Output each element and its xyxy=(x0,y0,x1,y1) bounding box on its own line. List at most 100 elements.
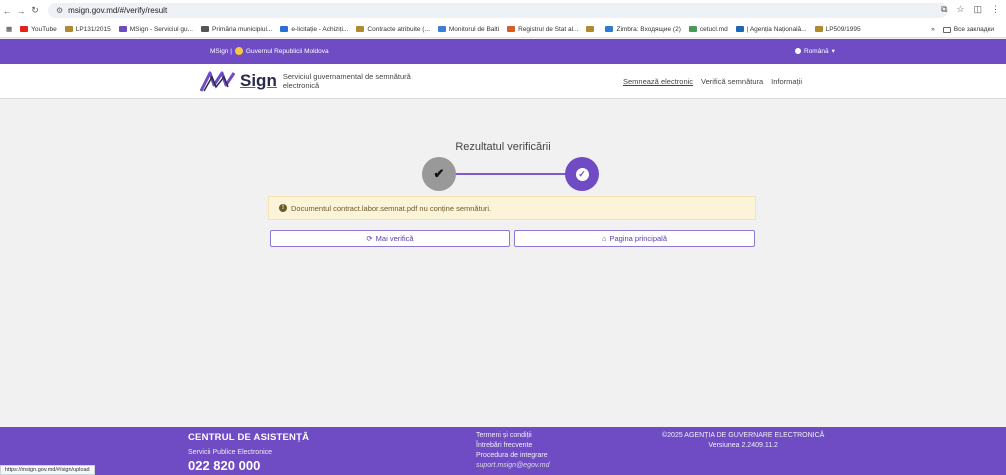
bookmark-item[interactable]: cetucl.md xyxy=(688,25,728,33)
bookmark-favicon-icon xyxy=(118,26,127,32)
bookmark-item[interactable]: Contracte atribuite (... xyxy=(356,26,430,33)
bookmark-favicon-icon xyxy=(64,26,73,32)
bookmark-favicon-icon xyxy=(507,26,516,32)
browser-toolbar-right: ⧉ ☆ ◫ ⋮ xyxy=(941,4,1000,15)
language-selector[interactable]: Română ▾ xyxy=(795,47,835,55)
step-upload: ✔ xyxy=(422,157,456,191)
bookmark-favicon-icon xyxy=(586,26,595,32)
site-info-icon[interactable]: ⚙ xyxy=(56,6,63,15)
gov-bar: MSign | Guvernul Republicii Moldova Româ… xyxy=(0,39,1006,64)
refresh-icon: ⟳ xyxy=(366,234,373,243)
moldova-emblem-icon xyxy=(234,47,243,55)
bookmark-label: LP131/2015 xyxy=(75,25,111,33)
support-subtitle: Servicii Publice Electronice xyxy=(188,449,273,456)
msign-logo[interactable]: Sign Serviciul guvernamental de semnătur… xyxy=(200,69,423,93)
bookmark-favicon-icon xyxy=(688,26,697,32)
star-icon[interactable]: ☆ xyxy=(956,4,964,15)
logo-wordmark: Sign xyxy=(240,71,277,90)
step-connector xyxy=(450,173,570,175)
bookmark-favicon-icon xyxy=(356,26,365,32)
bookmark-favicon-icon xyxy=(280,26,289,32)
bookmark-item[interactable]: Primăria municipiul... xyxy=(200,25,273,33)
terms-link[interactable]: Termeni și condiții xyxy=(476,431,550,441)
translate-icon[interactable]: ⧉ xyxy=(941,4,947,15)
step-result: ✓ xyxy=(565,157,599,191)
progress-steps: ✔ ✓ xyxy=(420,157,599,191)
alert-text: Documentul contract.labor.semnat.pdf nu … xyxy=(291,203,492,213)
verify-again-button[interactable]: ⟳ Mai verifică xyxy=(270,230,510,247)
url-field[interactable]: ⚙ msign.gov.md/#/verify/result xyxy=(48,3,948,18)
more-bookmarks-button[interactable]: » xyxy=(931,26,935,33)
language-flag-icon xyxy=(795,48,801,54)
check-circle-icon: ✓ xyxy=(575,167,589,181)
bookmark-item[interactable]: e-licitație - Achiziți... xyxy=(280,26,348,33)
all-bookmarks-folder[interactable]: Все закладки xyxy=(942,26,994,33)
bookmarks-right: » Все закладки xyxy=(925,21,1002,37)
bookmark-label: Monitorul de Balti xyxy=(448,25,500,33)
bookmark-item[interactable]: LP131/2015 xyxy=(64,25,111,33)
bookmarks-bar: ▦ YouTube LP131/2015 MSign - Serviciul gu.… xyxy=(0,21,1006,38)
main-nav: Semnează electronic Verifică semnătura I… xyxy=(623,77,802,86)
url-text: msign.gov.md/#/verify/result xyxy=(68,6,168,15)
all-bookmarks-label: Все закладки xyxy=(953,26,994,33)
site-header: Sign Serviciul guvernamental de semnătur… xyxy=(0,64,1006,99)
status-bar-url: https://msign.gov.md/#/sign/upload xyxy=(0,465,95,475)
service-name: Serviciul guvernamental de semnătură ele… xyxy=(282,72,411,90)
site-footer: CENTRUL DE ASISTENȚĂ Servicii Publice El… xyxy=(0,427,1006,475)
result-alert: ! Documentul contract.labor.semnat.pdf n… xyxy=(268,196,756,220)
nav-info[interactable]: Informații xyxy=(771,77,802,86)
bookmark-label: LP509/1995 xyxy=(825,25,861,33)
home-icon: ⌂ xyxy=(601,234,607,243)
language-label: Română xyxy=(804,47,829,55)
support-email[interactable]: suport.msign@egov.md xyxy=(476,461,550,471)
bookmark-item[interactable]: Zimbra: Входящие (2) xyxy=(605,25,681,33)
bookmark-label: YouTube xyxy=(31,25,57,33)
support-phone[interactable]: 022 820 000 xyxy=(188,458,309,473)
bookmark-label: cetucl.md xyxy=(699,25,728,33)
faq-link[interactable]: Întrebări frecvente xyxy=(476,441,550,451)
verify-again-label: Mai verifică xyxy=(375,234,414,243)
bookmark-label: Registrul de Stat al... xyxy=(518,25,579,33)
bookmark-label: Zimbra: Входящие (2) xyxy=(616,25,681,33)
bookmark-favicon-icon xyxy=(20,26,29,32)
bookmark-item[interactable]: Registrul de Stat al... xyxy=(507,26,578,33)
bookmark-favicon-icon xyxy=(814,26,823,32)
support-title: CENTRUL DE ASISTENȚĂ xyxy=(188,432,310,443)
forward-icon[interactable]: → xyxy=(14,6,28,16)
exclamation-circle-icon: ! xyxy=(279,204,287,212)
reload-icon[interactable]: ↻ xyxy=(28,5,42,16)
bookmark-label: e-licitație - Achiziți... xyxy=(291,25,349,33)
bookmark-favicon-icon xyxy=(200,26,209,32)
msign-logo-icon xyxy=(200,71,236,92)
support-center: CENTRUL DE ASISTENȚĂ Servicii Publice El… xyxy=(188,432,309,473)
bookmark-item[interactable]: MSign - Serviciul gu... xyxy=(118,25,193,33)
bookmark-label: | Agenția Națională... xyxy=(746,25,807,33)
bookmark-label: Contracte atribuite (... xyxy=(367,25,430,33)
bookmark-favicon-icon xyxy=(735,26,744,32)
gov-link[interactable]: Guvernul Republicii Moldova xyxy=(246,48,329,55)
bookmark-item[interactable]: LP509/1995 xyxy=(814,25,861,33)
bookmark-item[interactable]: | Agenția Națională... xyxy=(735,25,807,33)
nav-sign[interactable]: Semnează electronic xyxy=(623,77,693,86)
bookmark-item[interactable]: Monitorul de Balti xyxy=(437,25,500,33)
chevron-down-icon: ▾ xyxy=(831,48,835,55)
apps-icon[interactable]: ▦ xyxy=(6,25,12,33)
integration-link[interactable]: Procedura de integrare xyxy=(476,451,550,461)
home-page-label: Pagina principală xyxy=(609,234,668,243)
version-text: Versiunea 2.2409.11.2 xyxy=(708,442,778,449)
bookmark-favicon-icon xyxy=(437,26,446,32)
folder-icon xyxy=(942,26,951,33)
extensions-icon[interactable]: ◫ xyxy=(973,4,982,15)
back-icon[interactable]: ← xyxy=(0,6,14,16)
home-page-button[interactable]: ⌂ Pagina principală xyxy=(514,230,755,247)
footer-links: Termeni și condiții Întrebări frecvente … xyxy=(476,431,550,471)
check-icon: ✔ xyxy=(433,166,445,181)
bookmark-item[interactable] xyxy=(586,26,597,32)
browser-address-bar: ← → ↻ ⚙ msign.gov.md/#/verify/result ⧉ ☆… xyxy=(0,0,1006,21)
bookmark-item[interactable]: YouTube xyxy=(20,26,57,33)
bookmark-label: Primăria municipiul... xyxy=(211,25,273,33)
bookmark-label: MSign - Serviciul gu... xyxy=(129,25,193,33)
menu-icon[interactable]: ⋮ xyxy=(991,4,1000,15)
nav-verify[interactable]: Verifică semnătura xyxy=(701,77,763,86)
footer-copyright: ©2025 AGENȚIA DE GUVERNARE ELECTRONICĂ V… xyxy=(662,431,824,451)
